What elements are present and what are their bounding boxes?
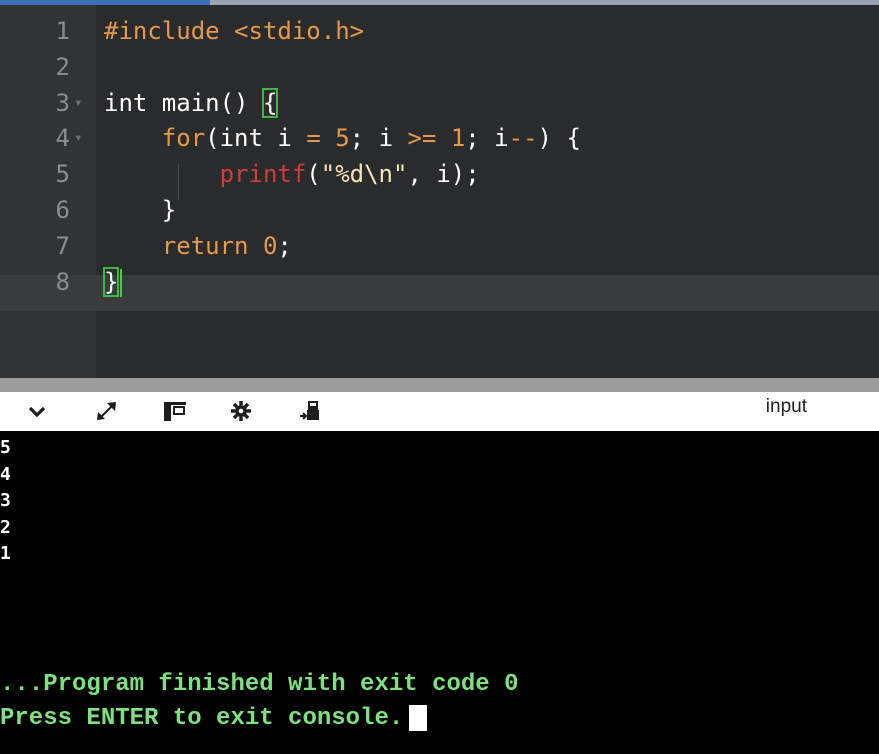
code-text: #include <stdio.h> [104, 14, 364, 50]
code-token: ; i [465, 124, 509, 153]
code-line[interactable]: 8} [0, 265, 879, 301]
code-line[interactable]: 3 ▾ int main() { [0, 86, 879, 122]
console-output-line: 3 [0, 490, 11, 511]
console-output-line: 5 [0, 437, 11, 458]
code-token: 5 [335, 124, 350, 153]
press-enter-text: Press ENTER to exit console. [0, 705, 404, 732]
code-text: for(int i = 5; i >= 1; i--) { [104, 121, 581, 157]
code-token: } [102, 266, 120, 297]
code-token: int main() [104, 88, 263, 117]
line-number: 7 [55, 231, 70, 260]
code-text: int main() { [104, 86, 279, 122]
code-line[interactable]: 7 return 0; [0, 229, 879, 265]
code-token: { [261, 87, 279, 118]
code-line[interactable]: 4 ▾ for(int i = 5; i >= 1; i--) { [0, 121, 879, 157]
code-token: ; [277, 231, 292, 260]
code-text: } [104, 193, 176, 229]
line-number: 1 [55, 17, 70, 45]
code-token: printf [219, 160, 307, 189]
press-enter-message: Press ENTER to exit console. [0, 704, 428, 734]
code-token: ( [306, 160, 321, 189]
code-text: printf("%d\n", i); [104, 157, 480, 193]
line-number: 4 [55, 124, 70, 153]
code-line[interactable]: 2 [0, 50, 879, 86]
code-line[interactable]: 5 printf("%d\n", i); [0, 157, 879, 193]
console-output-line: 1 [0, 543, 11, 564]
code-token: 0 [262, 231, 278, 260]
code-text: return 0; [104, 229, 292, 265]
split-view-icon[interactable] [160, 398, 190, 424]
code-token: 1 [450, 124, 466, 153]
chevron-down-icon[interactable] [26, 398, 48, 424]
code-token: ; i [349, 124, 408, 153]
code-token: ) { [537, 124, 581, 153]
clear-console-icon[interactable] [296, 398, 326, 424]
line-number: 2 [55, 52, 70, 81]
code-token: #include <stdio.h> [104, 17, 365, 45]
code-token: (int i [205, 124, 307, 153]
gear-icon[interactable] [228, 398, 254, 424]
line-number: 6 [55, 195, 70, 224]
code-token: -- [508, 124, 538, 153]
code-token: , i); [407, 160, 480, 189]
line-number: 8 [55, 267, 70, 296]
code-editor[interactable]: 1 #include <stdio.h> 2 3 ▾ int main() {4 ▾ for… [0, 0, 879, 378]
code-token: for [161, 124, 206, 153]
code-token: >= [407, 124, 437, 153]
code-line[interactable]: 6 } [0, 193, 879, 229]
code-token: } [104, 195, 177, 224]
exit-code-message: ...Program finished with exit code 0 [0, 671, 519, 698]
input-tab[interactable]: input [766, 392, 807, 422]
console-caret [409, 704, 428, 731]
code-lines[interactable]: 1 #include <stdio.h> 2 3 ▾ int main() {4 ▾ for… [0, 14, 879, 300]
console-output-line: 2 [0, 516, 11, 538]
console-toolbar: input [0, 392, 879, 431]
fold-toggle-icon[interactable]: ▾ [74, 86, 88, 122]
code-token: return [161, 231, 249, 260]
expand-icon[interactable] [92, 398, 122, 424]
line-number: 3 [55, 88, 70, 117]
code-token: "%d\n" [320, 160, 408, 189]
text-cursor [120, 268, 123, 297]
panel-resize-handle[interactable] [0, 378, 879, 392]
output-console[interactable]: 5 4 3 2 1 ...Program finished with exit code… [0, 431, 879, 754]
line-number: 5 [55, 160, 70, 189]
code-token: = [306, 124, 321, 153]
console-output-line: 4 [0, 463, 11, 485]
code-text: } [102, 265, 123, 301]
fold-toggle-icon[interactable]: ▾ [74, 121, 88, 157]
code-line[interactable]: 1 #include <stdio.h> [0, 14, 879, 50]
